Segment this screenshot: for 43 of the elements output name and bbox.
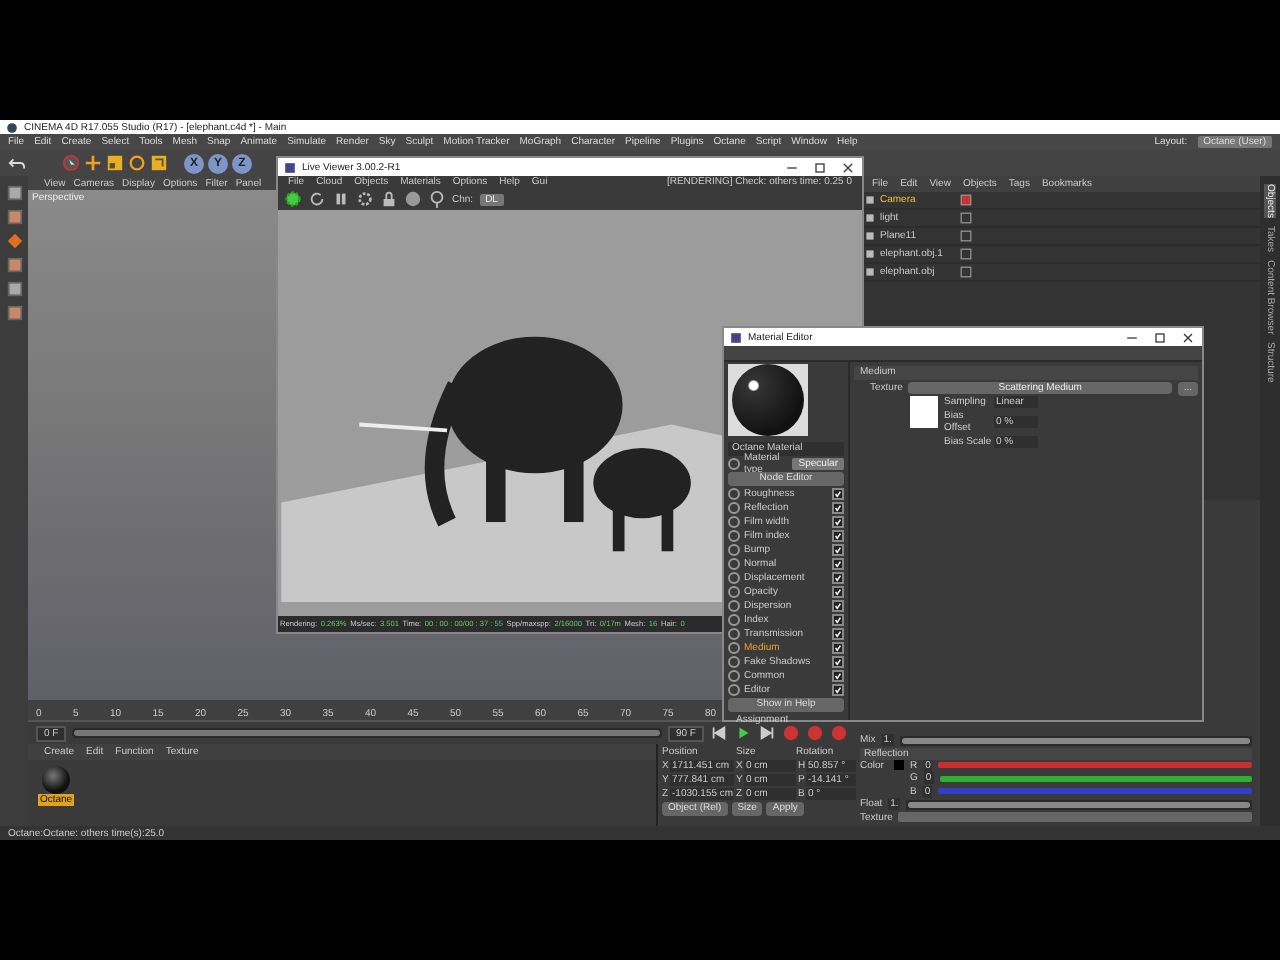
move-icon[interactable] [84,154,102,172]
channel-slider[interactable] [938,762,1252,769]
pin-icon[interactable] [428,190,446,208]
channel-checkbox[interactable] [832,614,844,626]
channel-checkbox[interactable] [832,684,844,696]
channel-checkbox[interactable] [832,572,844,584]
channel-checkbox[interactable] [832,488,844,500]
channel-checkbox[interactable] [832,656,844,668]
rotate-icon[interactable] [128,154,146,172]
channel-slider[interactable] [938,788,1252,795]
channel-checkbox[interactable] [832,558,844,570]
channel-checkbox[interactable] [832,586,844,598]
refresh-icon[interactable] [308,190,326,208]
skip-end-icon[interactable] [758,724,776,742]
channel-checkbox[interactable] [832,530,844,542]
skip-start-icon[interactable] [710,724,728,742]
cursor-icon[interactable] [62,154,80,172]
app-logo-icon [284,161,296,173]
channel-checkbox[interactable] [832,516,844,528]
undo-icon[interactable] [8,154,26,172]
channel-slider[interactable] [939,775,1252,782]
channel-checkbox[interactable] [832,544,844,556]
texture-swatch [910,396,938,428]
channel-checkbox[interactable] [832,502,844,514]
app-logo-icon [6,121,18,133]
color-swatch[interactable] [894,760,904,771]
texture-field[interactable] [898,812,1252,823]
material-preview [728,364,808,436]
maximize-icon[interactable] [812,159,828,175]
close-icon[interactable] [1180,329,1196,345]
diamond-icon[interactable] [5,232,23,250]
maximize-icon[interactable] [1152,329,1168,345]
app-logo-icon [730,331,742,343]
material-thumbnail[interactable] [42,766,70,794]
scale-icon[interactable] [106,154,124,172]
pause-icon[interactable] [332,190,350,208]
channel-checkbox[interactable] [832,670,844,682]
channel-checkbox[interactable] [832,642,844,654]
lock-icon[interactable] [380,190,398,208]
channel-checkbox[interactable] [832,628,844,640]
channel-checkbox[interactable] [832,600,844,612]
sphere-icon[interactable] [404,190,422,208]
close-icon[interactable] [840,159,856,175]
